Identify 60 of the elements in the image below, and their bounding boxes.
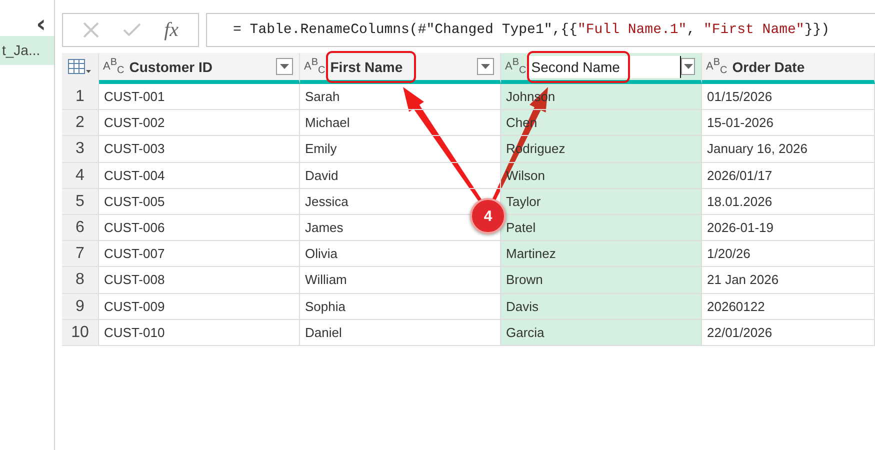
table-cell: CUST-010 [99, 320, 300, 346]
row-number: 9 [62, 294, 99, 320]
table-cell: CUST-004 [99, 162, 300, 189]
table-cell: David [300, 162, 501, 189]
row-number: 2 [62, 110, 99, 136]
row-number: 3 [62, 136, 99, 163]
close-icon [82, 21, 100, 39]
table-cell: Garcia [501, 320, 702, 346]
column-name: Order Date [731, 58, 806, 76]
check-icon [123, 22, 142, 38]
row-number: 8 [62, 267, 99, 294]
table-cell: William [300, 267, 501, 294]
collapse-button[interactable]: ‹ [36, 12, 46, 36]
table-cell: CUST-001 [99, 84, 300, 110]
table-cell: Daniel [300, 320, 501, 346]
table-cell: Olivia [300, 241, 501, 268]
table-cell: 2026-01-19 [702, 214, 875, 242]
table-cell: 22/01/2026 [702, 320, 875, 346]
table-icon[interactable] [68, 58, 92, 74]
query-item[interactable]: t_Ja... [0, 36, 54, 65]
table-cell: CUST-002 [99, 110, 300, 136]
table-cell: 1/20/26 [702, 241, 875, 268]
table-cell: CUST-006 [99, 214, 300, 242]
table-cell: Emily [300, 136, 501, 163]
row-number: 10 [62, 320, 99, 346]
table-cell: Sarah [300, 84, 501, 110]
table-cell: 01/15/2026 [702, 84, 875, 110]
row-number: 1 [62, 84, 99, 110]
table-cell: 21 Jan 2026 [702, 267, 875, 294]
table-cell: 15-01-2026 [702, 110, 875, 136]
table-cell: Martinez [501, 241, 702, 268]
table-cell: 18.01.2026 [702, 188, 875, 215]
table-cell: CUST-003 [99, 136, 300, 163]
header-input-field[interactable]: Second Name [528, 56, 682, 78]
column-name: Customer ID [128, 58, 214, 76]
table-cell: Michael [300, 110, 501, 136]
caret-icon [280, 64, 289, 69]
filter-button[interactable] [681, 58, 695, 75]
function-label[interactable]: fx [164, 18, 179, 42]
table-cell: 2026/01/17 [702, 162, 875, 189]
caret-icon [481, 64, 490, 69]
column-name: First Name [329, 58, 404, 76]
row-number: 4 [62, 162, 99, 189]
table-cell: Davis [501, 294, 702, 320]
table-cell: Taylor [501, 188, 702, 215]
table-cell: Sophia [300, 294, 501, 320]
table-cell: CUST-007 [99, 241, 300, 268]
row-number: 6 [62, 214, 99, 242]
table-cell: CUST-009 [99, 294, 300, 320]
table-cell: Brown [501, 267, 702, 294]
filter-button[interactable] [276, 58, 293, 75]
table-cell: Patel [501, 214, 702, 242]
table-cell: CUST-005 [99, 188, 300, 215]
caret-icon [684, 64, 693, 69]
table-cell: CUST-008 [99, 267, 300, 294]
table-cell: January 16, 2026 [702, 136, 875, 163]
table-cell: 20260122 [702, 294, 875, 320]
row-number: 5 [62, 188, 99, 215]
filter-button[interactable] [477, 58, 494, 75]
row-number: 7 [62, 241, 99, 268]
